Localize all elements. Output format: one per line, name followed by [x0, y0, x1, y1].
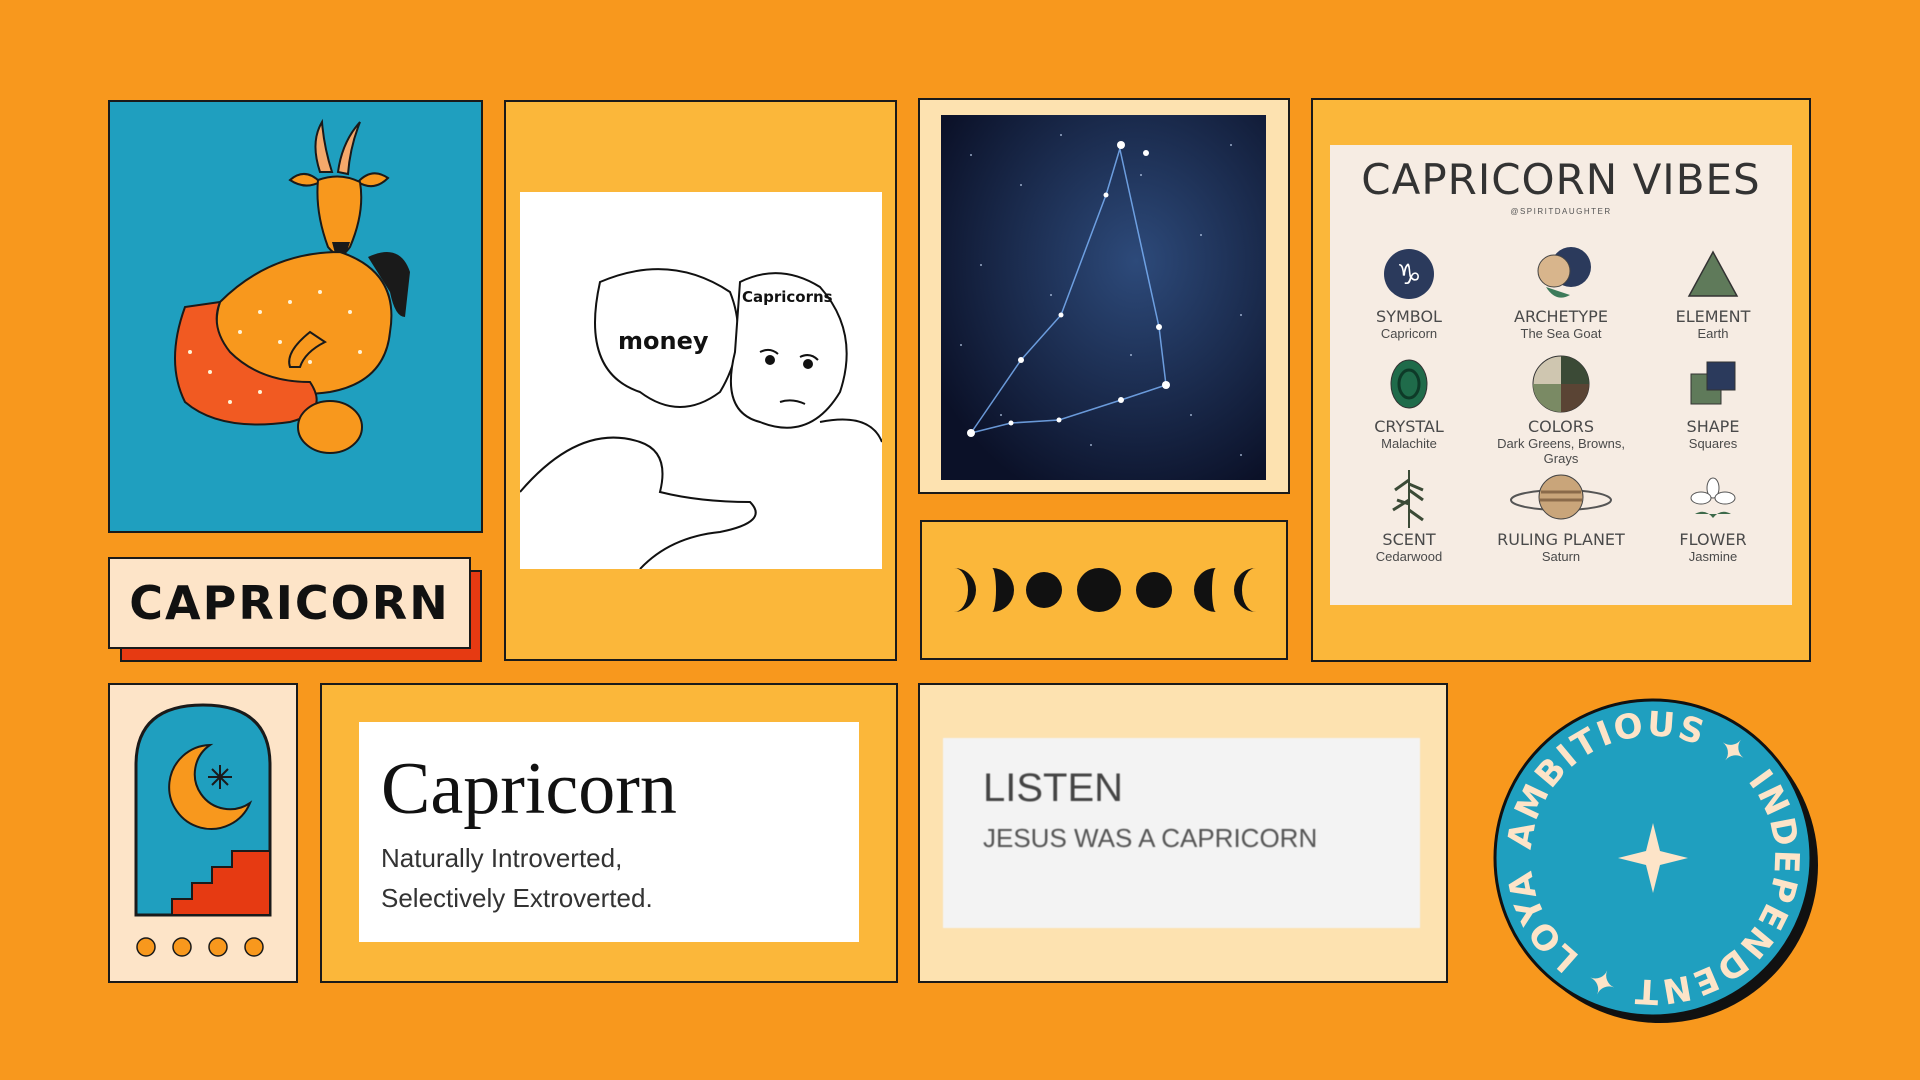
definition-title: Capricorn [381, 748, 677, 830]
vibe-ruling-planet: RULING PLANET Saturn [1486, 463, 1636, 564]
vibe-flower: FLOWER Jasmine [1638, 463, 1788, 564]
capricornus-constellation [941, 115, 1266, 480]
svg-text:♑: ♑ [1396, 258, 1421, 291]
squares-icon [1690, 361, 1736, 405]
definition-line-2: Selectively Extroverted. [381, 883, 653, 913]
moon-phases-icon [954, 568, 1256, 612]
listen-card: LISTEN JESUS WAS A CAPRICORN [918, 683, 1448, 983]
capricorn-vibes-card: CAPRICORN VIBES @SPIRITDAUGHTER ♑ SYMBOL… [1311, 98, 1811, 662]
listen-subtitle: JESUS WAS A CAPRICORN [983, 823, 1318, 853]
capricorn-symbol-icon: ♑ [1384, 249, 1434, 299]
meme-card: money Capricorns [504, 100, 897, 661]
traits-badge-svg: AMBITIOUS ✦ INDEPENDENT ✦ LOYAL ✦ [1473, 662, 1818, 1023]
moon-phases-card [920, 520, 1288, 660]
sea-goat-illustration [174, 118, 410, 454]
vibe-element: ELEMENT Earth [1638, 240, 1788, 341]
color-wheel-icon [1532, 355, 1590, 413]
vibe-symbol: ♑ SYMBOL Capricorn [1334, 240, 1484, 341]
vibe-archetype: ARCHETYPE The Sea Goat [1486, 240, 1636, 341]
meme-label-money: money [618, 327, 709, 355]
meme-label-capricorns: Capricorns [742, 288, 833, 306]
triangle-icon [1687, 250, 1739, 297]
listen-title: LISTEN [983, 766, 1124, 810]
hugging-figures-drawing [520, 268, 882, 569]
vibe-colors: COLORS Dark Greens, Browns, Grays [1486, 350, 1636, 466]
capricorn-label-text: CAPRICORN [129, 576, 450, 630]
moon-arch-card [108, 683, 298, 983]
definition-line-1: Naturally Introverted, [381, 843, 623, 873]
cedar-branch-icon [1392, 470, 1424, 528]
goat-illustration-card [108, 100, 483, 533]
vibes-title: CAPRICORN VIBES [1361, 155, 1761, 204]
crystal-icon [1390, 359, 1428, 409]
vibes-chart: CAPRICORN VIBES @SPIRITDAUGHTER ♑ SYMBOL… [1330, 145, 1792, 605]
vibe-shape: SHAPE Squares [1638, 350, 1788, 451]
traits-badge: AMBITIOUS ✦ INDEPENDENT ✦ LOYAL ✦ [1473, 662, 1818, 1023]
constellation-card [918, 98, 1290, 494]
vibe-crystal: CRYSTAL Malachite [1334, 350, 1484, 451]
meme-image: money Capricorns [520, 192, 882, 569]
listen-panel: LISTEN JESUS WAS A CAPRICORN [943, 738, 1420, 928]
vibes-handle: @SPIRITDAUGHTER [1510, 207, 1612, 216]
definition-panel: Capricorn Naturally Introverted, Selecti… [359, 722, 859, 942]
constellation-image [941, 115, 1266, 480]
saturn-icon [1510, 474, 1612, 520]
vibe-scent: SCENT Cedarwood [1334, 463, 1484, 564]
sea-goat-icon [1537, 247, 1591, 298]
capricorn-label: CAPRICORN [108, 557, 471, 649]
moon-arch-illustration [134, 703, 272, 957]
jasmine-icon [1690, 477, 1736, 518]
definition-card: Capricorn Naturally Introverted, Selecti… [320, 683, 898, 983]
